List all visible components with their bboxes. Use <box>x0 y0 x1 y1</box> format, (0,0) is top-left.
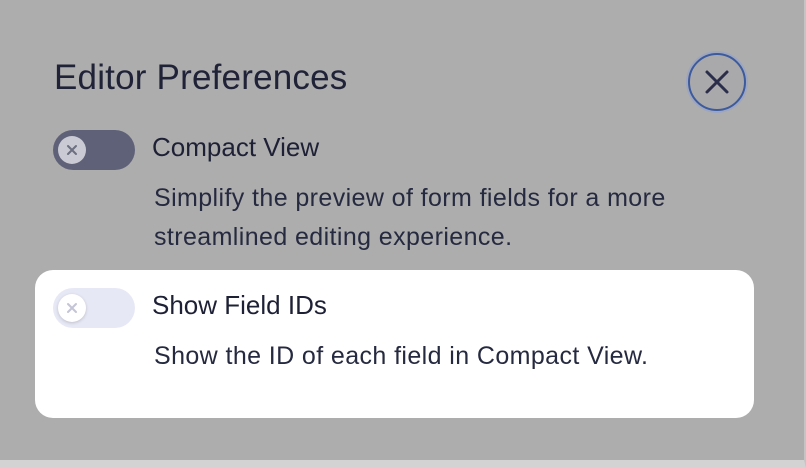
show-field-ids-label: Show Field IDs <box>152 290 327 320</box>
x-icon <box>67 145 77 155</box>
compact-view-toggle[interactable] <box>53 130 135 170</box>
show-field-ids-description: Show the ID of each field in Compact Vie… <box>154 342 649 370</box>
compact-view-label: Compact View <box>152 132 320 162</box>
compact-view-description: Simplify the preview of form fields for … <box>154 184 666 251</box>
dialog-title: Editor Preferences <box>54 58 348 97</box>
close-button[interactable] <box>688 53 746 111</box>
toggle-knob <box>58 136 86 164</box>
show-field-ids-toggle[interactable] <box>53 288 135 328</box>
toggle-knob <box>58 294 86 322</box>
editor-preferences-dialog: Editor Preferences Compact View Simplify… <box>0 0 806 468</box>
close-icon <box>705 70 729 94</box>
x-icon <box>67 303 77 313</box>
